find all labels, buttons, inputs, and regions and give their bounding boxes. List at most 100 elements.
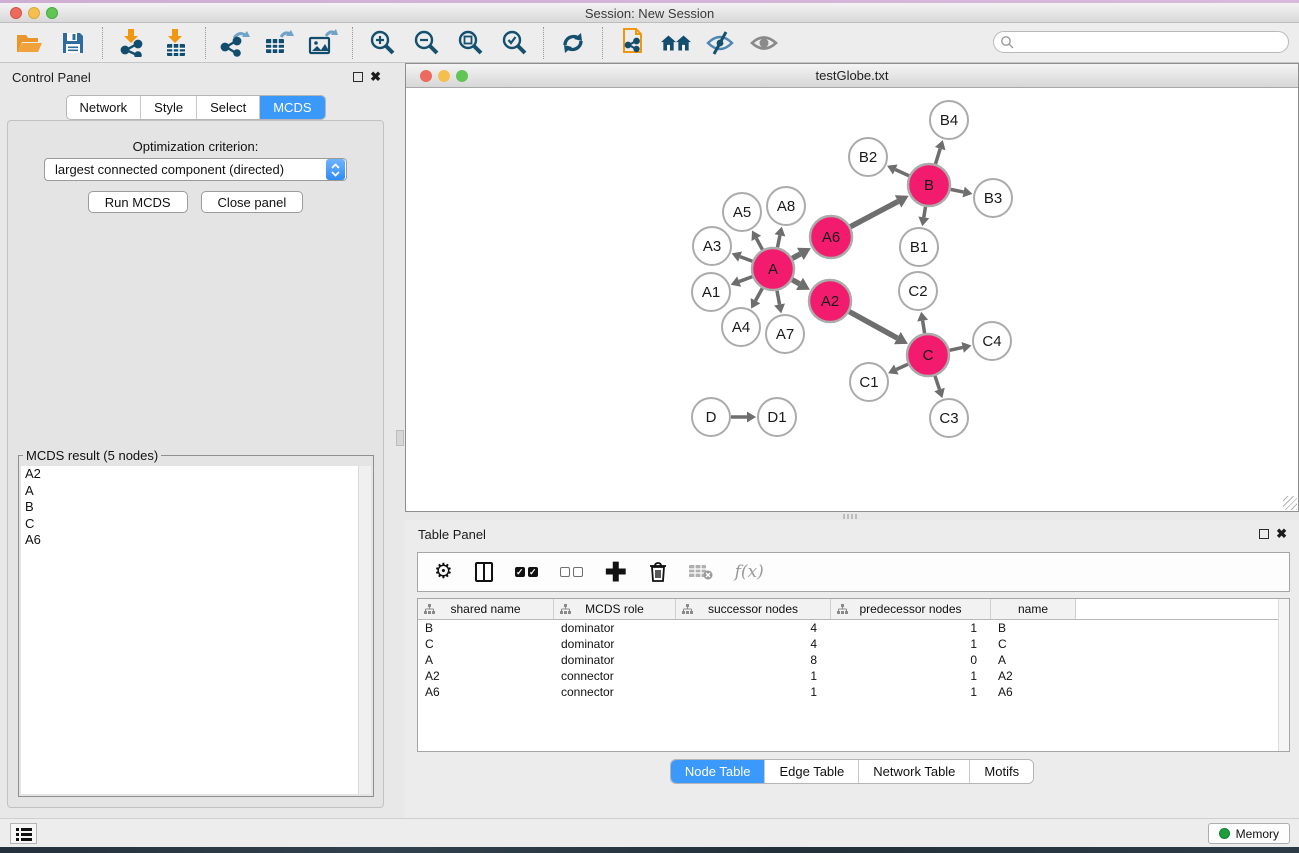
edge-A-A1[interactable] (739, 277, 752, 282)
criterion-dropdown[interactable]: largest connected component (directed) (44, 158, 347, 181)
table-row[interactable]: A6connector11A6 (418, 684, 1289, 700)
node-label-A: A (768, 261, 778, 278)
task-history-button[interactable] (10, 823, 37, 844)
edge-A-A4[interactable] (755, 288, 762, 300)
edge-B-B3[interactable] (951, 189, 964, 192)
home-icon[interactable] (661, 28, 691, 58)
network-window-titlebar[interactable]: testGlobe.txt (406, 64, 1298, 88)
table-row[interactable]: A2connector11A2 (418, 668, 1289, 684)
table-tabs-bar: Node TableEdge TableNetwork TableMotifs (405, 759, 1299, 784)
result-item-a[interactable]: A (21, 483, 358, 500)
save-session-icon[interactable] (58, 28, 88, 58)
refresh-network-icon[interactable] (558, 28, 588, 58)
table-row[interactable]: Adominator80A (418, 652, 1289, 668)
select-all-icon[interactable]: ✓✓ (515, 559, 538, 585)
cell-mcds-role: connector (554, 684, 676, 700)
edge-A-A7[interactable] (777, 291, 780, 305)
result-list-scrollbar[interactable] (359, 466, 371, 794)
edge-C-C1[interactable] (896, 364, 908, 369)
cell-shared-name: A2 (418, 668, 554, 684)
cell-name: A (991, 652, 1076, 668)
new-session-icon[interactable] (617, 28, 647, 58)
column-header-mcds-role[interactable]: MCDS role (554, 599, 676, 619)
mcds-result-list[interactable]: A2ABCA6 (21, 466, 359, 794)
edge-C-C4[interactable] (949, 347, 962, 350)
function-builder-icon: f(x) (735, 559, 764, 585)
settings-gear-icon[interactable]: ⚙ (434, 559, 453, 585)
memory-button[interactable]: Memory (1208, 823, 1290, 844)
export-network-icon[interactable] (220, 28, 250, 58)
column-header-successor-nodes[interactable]: successor nodes (676, 599, 831, 619)
arrowhead-A-A8 (775, 227, 786, 237)
show-graphics-details-icon[interactable] (749, 28, 779, 58)
hide-graphics-details-icon[interactable] (705, 28, 735, 58)
column-header-predecessor-nodes[interactable]: predecessor nodes (831, 599, 991, 619)
zoom-fit-icon[interactable] (455, 28, 485, 58)
vertical-split-handle[interactable] (396, 430, 404, 446)
optimization-criterion-label: Optimization criterion: (8, 139, 383, 154)
unselect-all-icon[interactable] (560, 559, 583, 585)
network-canvas[interactable]: B4B2BB3A8A5A6A3B1AA1C2A2A4A7C4CC1C3DD1 (406, 88, 1298, 511)
tab-select[interactable]: Select (197, 96, 260, 119)
window-resize-grip[interactable] (1283, 496, 1297, 510)
tree-icon (560, 604, 571, 618)
zoom-in-icon[interactable] (367, 28, 397, 58)
edge-B-B2[interactable] (895, 170, 909, 176)
column-header-shared-name[interactable]: shared name (418, 599, 554, 619)
horizontal-split-handle[interactable] (843, 514, 857, 519)
run-mcds-button[interactable]: Run MCDS (88, 191, 188, 213)
edge-C-C2[interactable] (923, 321, 925, 334)
edge-A-A2[interactable] (792, 280, 799, 284)
export-table-icon[interactable] (264, 28, 294, 58)
list-icon (16, 827, 32, 841)
edge-A6-B[interactable] (850, 201, 898, 226)
search-input[interactable] (1015, 35, 1288, 49)
tab-mcds[interactable]: MCDS (260, 96, 324, 119)
edge-C-C3[interactable] (935, 376, 940, 390)
search-field[interactable] (993, 31, 1289, 53)
table-scrollbar[interactable] (1278, 599, 1289, 751)
tab-network[interactable]: Network (66, 96, 141, 119)
close-panel-icon[interactable]: ✖ (370, 69, 381, 85)
status-bar: Memory (0, 818, 1299, 847)
table-row[interactable]: Bdominator41B (418, 620, 1289, 636)
float-panel-icon[interactable] (353, 72, 363, 82)
node-table[interactable]: shared nameMCDS rolesuccessor nodesprede… (417, 598, 1290, 752)
cell-predecessor-nodes: 1 (831, 668, 991, 684)
cell-mcds-role: dominator (554, 652, 676, 668)
table-row[interactable]: Cdominator41C (418, 636, 1289, 652)
result-item-c[interactable]: C (21, 516, 358, 533)
tab-network-table[interactable]: Network Table (859, 760, 970, 783)
edge-B-B1[interactable] (924, 207, 926, 218)
node-label-D: D (706, 409, 717, 426)
import-table-icon[interactable] (161, 28, 191, 58)
toggle-column-panel-icon[interactable] (475, 559, 493, 585)
edge-A-A3[interactable] (740, 257, 752, 262)
cell-name: A2 (991, 668, 1076, 684)
edge-A-A6[interactable] (792, 254, 800, 258)
close-table-panel-icon[interactable]: ✖ (1276, 526, 1287, 542)
edge-A-A8[interactable] (777, 235, 779, 247)
float-table-panel-icon[interactable] (1259, 529, 1269, 539)
edge-A2-C[interactable] (849, 312, 897, 338)
tab-node-table[interactable]: Node Table (671, 760, 766, 783)
tab-edge-table[interactable]: Edge Table (765, 760, 859, 783)
edge-B-B4[interactable] (935, 149, 940, 164)
close-panel-button[interactable]: Close panel (201, 191, 304, 213)
edge-A-A5[interactable] (756, 238, 762, 249)
cell-shared-name: A (418, 652, 554, 668)
result-item-a2[interactable]: A2 (21, 466, 358, 483)
open-session-icon[interactable] (14, 28, 44, 58)
cell-successor-nodes: 8 (676, 652, 831, 668)
delete-column-icon[interactable] (649, 559, 667, 585)
result-item-a6[interactable]: A6 (21, 532, 358, 549)
import-network-icon[interactable] (117, 28, 147, 58)
result-item-b[interactable]: B (21, 499, 358, 516)
add-column-icon[interactable]: ✚ (605, 559, 627, 585)
tab-motifs[interactable]: Motifs (970, 760, 1033, 783)
tab-style[interactable]: Style (141, 96, 197, 119)
column-header-name[interactable]: name (991, 599, 1076, 619)
zoom-selected-icon[interactable] (499, 28, 529, 58)
zoom-out-icon[interactable] (411, 28, 441, 58)
export-image-icon[interactable] (308, 28, 338, 58)
